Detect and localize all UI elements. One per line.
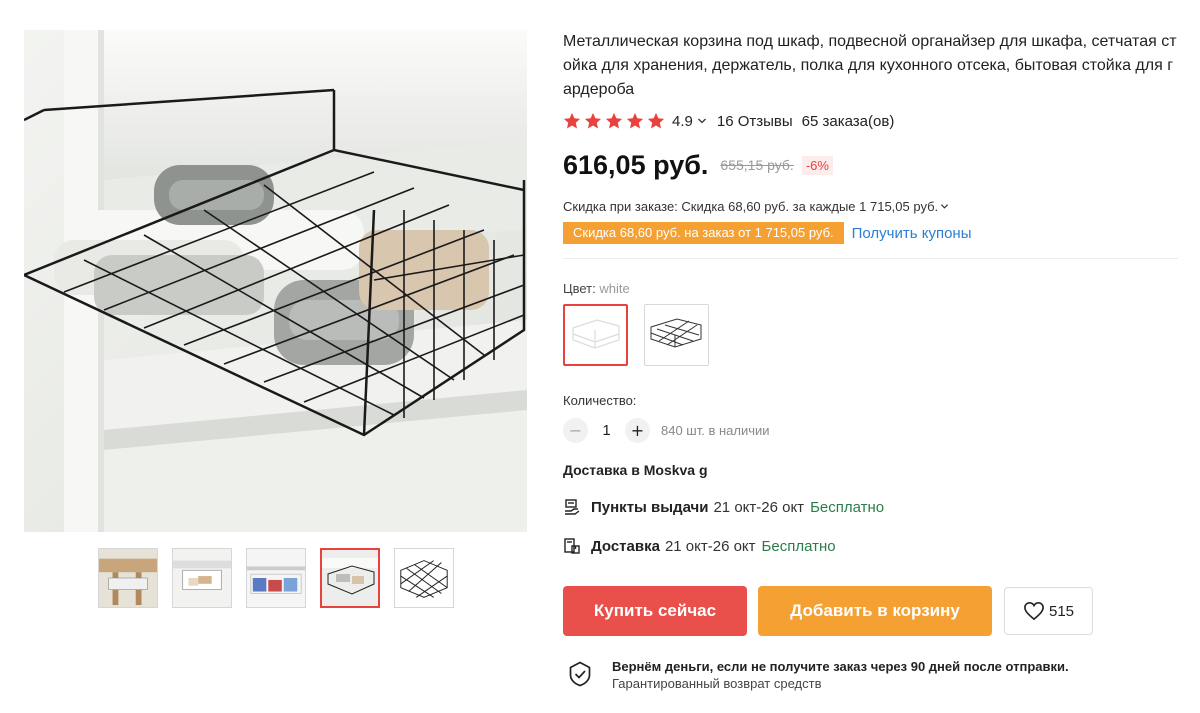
current-price: 616,05 руб. [563,149,709,180]
star-rating [563,112,665,130]
star-icon [563,112,581,129]
shipping-destination[interactable]: Доставка в Moskva g [563,462,1178,478]
wishlist-button[interactable]: 515 [1004,587,1093,635]
order-discount-info[interactable]: Скидка при заказе: Скидка 68,60 руб. за … [563,199,1178,214]
shield-check-icon [569,661,591,687]
coupon-row: Скидка 68,60 руб. на заказ от 1 715,05 р… [560,222,1178,244]
delivery-dates: 21 окт-26 окт [664,537,756,555]
original-price: 655,15 руб. [720,157,794,173]
color-swatches [563,304,1178,366]
delivery-box-icon [564,538,580,554]
coupon-tag: Скидка 68,60 руб. на заказ от 1 715,05 р… [560,222,844,244]
star-icon [605,112,623,129]
money-back-guarantee: Вернём деньги, если не получите заказ че… [563,658,1178,692]
thumbnail-2[interactable] [172,548,232,608]
thumbnail-4-selected[interactable] [320,548,380,608]
quantity-value[interactable]: 1 [588,422,625,439]
color-label: Цвет: white [563,281,1178,296]
guarantee-title: Вернём деньги, если не получите заказ че… [612,659,1069,674]
product-main-image[interactable] [24,30,527,532]
price-row: 616,05 руб. 655,15 руб. -6% [563,145,1178,185]
orders-count: 65 заказа(ов) [801,112,895,130]
quantity-label: Количество: [563,393,637,408]
heart-icon [1024,601,1044,621]
thumbnail-strip [98,548,454,608]
color-selected-value: white [599,281,630,296]
thumbnail-5[interactable] [394,548,454,608]
buy-now-button[interactable]: Купить сейчас [563,586,747,636]
star-icon [584,112,602,129]
pickup-option: Пункты выдачи 21 окт-26 окт Бесплатно [563,497,1178,517]
pickup-label: Пункты выдачи [591,498,709,516]
delivery-label: Доставка [591,537,660,555]
wire-basket-photo [24,30,527,532]
chevron-down-icon[interactable] [697,116,707,126]
quantity-increase-button[interactable]: + [625,418,650,443]
product-info-panel: Металлическая корзина под шкаф, подвесно… [560,30,1178,692]
product-title: Металлическая корзина под шкаф, подвесно… [563,33,1177,98]
chevron-down-icon [941,204,949,209]
rating-row: 4.9 16 Отзывы 65 заказа(ов) [563,111,1178,131]
wishlist-count: 515 [1048,602,1075,620]
discount-badge: -6% [801,155,833,175]
guarantee-subtitle: Гарантированный возврат средств [612,676,822,691]
quantity-decrease-button[interactable]: − [563,418,588,443]
get-coupons-link[interactable]: Получить купоны [852,225,972,242]
rating-value[interactable]: 4.9 [672,113,693,130]
color-swatch-black[interactable] [644,304,709,366]
reviews-count[interactable]: 16 Отзывы [717,113,793,130]
pickup-point-icon [565,499,580,515]
pickup-dates: 21 окт-26 окт [713,498,805,516]
pickup-price: Бесплатно [810,498,885,516]
quantity-stepper: − 1 + 840 шт. в наличии [563,418,1178,443]
star-icon [647,112,665,129]
stock-count: 840 шт. в наличии [661,423,770,438]
color-swatch-white[interactable] [563,304,628,366]
star-icon [626,112,644,129]
thumbnail-3[interactable] [246,548,306,608]
add-to-cart-button[interactable]: Добавить в корзину [758,586,992,636]
divider [563,258,1178,259]
delivery-price: Бесплатно [761,537,836,555]
order-discount-text: Скидка при заказе: Скидка 68,60 руб. за … [563,199,939,214]
delivery-option: Доставка 21 окт-26 окт Бесплатно [563,536,1178,556]
action-buttons: Купить сейчас Добавить в корзину 515 [563,586,1178,636]
color-label-text: Цвет: [563,281,596,296]
thumbnail-1[interactable] [98,548,158,608]
